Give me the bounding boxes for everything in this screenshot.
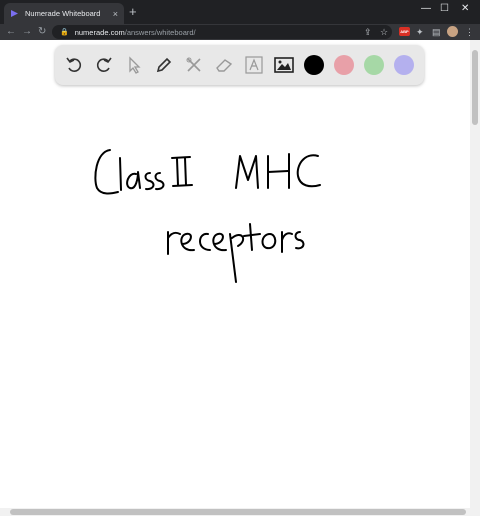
reload-icon[interactable]: ↻ [38,25,46,39]
new-tab-button[interactable]: + [129,5,137,19]
forward-icon[interactable]: → [22,25,32,39]
minimize-button[interactable]: — [421,3,431,14]
pen-icon[interactable] [153,54,175,76]
text-icon[interactable] [243,54,265,76]
address-bar[interactable]: 🔒 numerade.com/answers/whiteboard/ [52,25,392,39]
url-path: /answers/whiteboard/ [124,27,196,37]
extensions-icon[interactable]: ✦ [416,26,424,38]
whiteboard-canvas[interactable] [0,40,470,508]
image-icon[interactable] [273,54,295,76]
maximize-button[interactable]: ☐ [440,3,449,14]
bookmark-star-icon[interactable]: ☆ [380,26,388,38]
share-icon[interactable]: ⇪ [364,26,372,38]
browser-tab[interactable]: Numerade Whiteboard × [4,3,124,24]
undo-icon[interactable] [63,54,85,76]
color-swatch-purple[interactable] [394,55,414,75]
close-window-button[interactable]: ✕ [461,3,469,14]
lock-icon: 🔒 [60,29,69,36]
select-icon[interactable] [123,54,145,76]
tab-close-icon[interactable]: × [113,9,118,19]
color-swatch-pink[interactable] [334,55,354,75]
vertical-scroll-thumb[interactable] [472,50,478,125]
adblock-extension-icon[interactable]: ABP [399,27,410,36]
eraser-icon[interactable] [213,54,235,76]
numerade-logo-icon [10,9,19,18]
profile-avatar[interactable] [447,26,458,37]
horizontal-scroll-thumb[interactable] [10,509,466,515]
media-icon[interactable]: ▤ [432,26,441,38]
whiteboard-toolbar [55,45,424,85]
browser-menu-icon[interactable]: ⋮ [465,26,474,38]
back-icon[interactable]: ← [6,25,16,39]
color-swatch-black[interactable] [304,55,324,75]
redo-icon[interactable] [93,54,115,76]
tab-title: Numerade Whiteboard [25,9,101,18]
color-swatch-green[interactable] [364,55,384,75]
tools-icon[interactable] [183,54,205,76]
url-host: numerade.com [74,27,125,37]
